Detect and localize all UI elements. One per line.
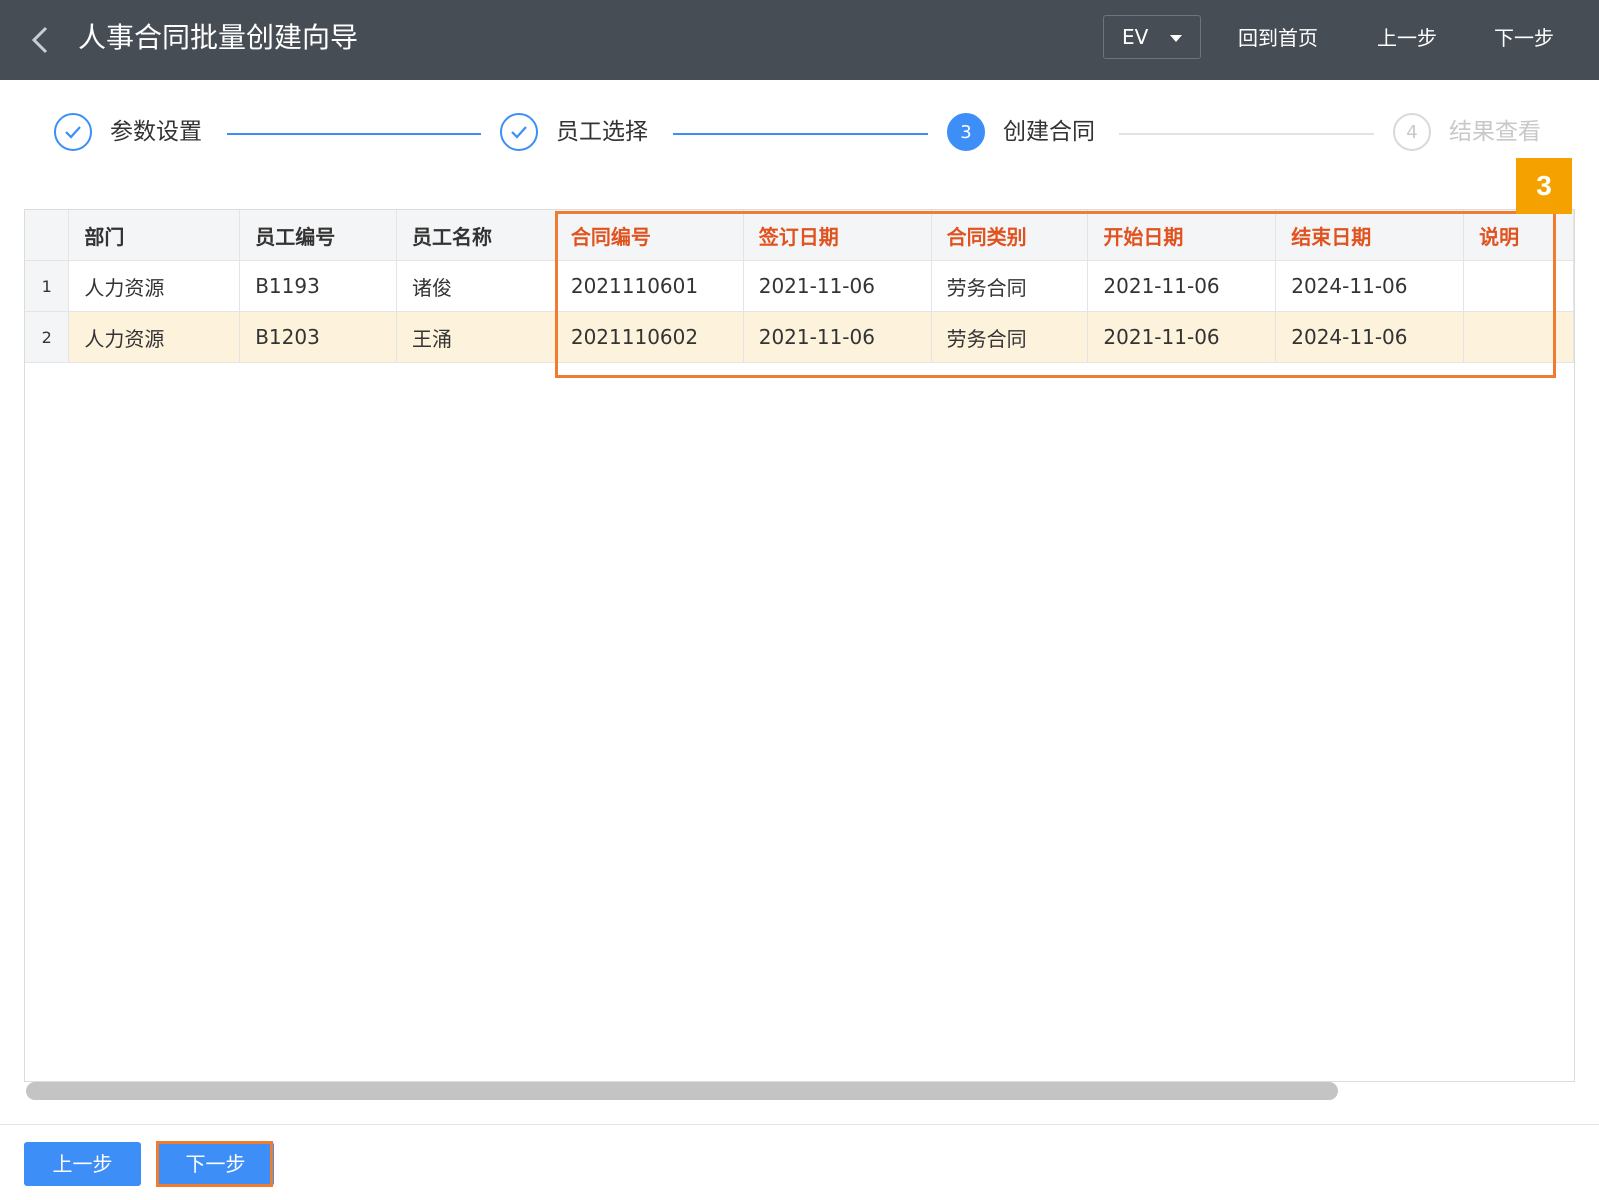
- contract-grid: 部门 员工编号 员工名称 合同编号 签订日期 合同类别 开始日期 结束日期 说明…: [24, 209, 1575, 1082]
- cell-remark[interactable]: [1463, 311, 1574, 363]
- row-number: 2: [25, 311, 70, 363]
- cell-emp-no[interactable]: B1193: [239, 260, 398, 312]
- row-number: 1: [25, 260, 70, 312]
- caret-down-icon: [1170, 35, 1182, 42]
- step-number: 3: [947, 113, 985, 151]
- step-connector: [673, 133, 928, 135]
- org-select-value: EV: [1122, 25, 1149, 49]
- org-select[interactable]: EV: [1103, 15, 1201, 59]
- column-header-dept[interactable]: 部门: [68, 210, 241, 261]
- header-prev-button[interactable]: 上一步: [1377, 20, 1437, 56]
- column-header-contract-type[interactable]: 合同类别: [931, 210, 1089, 261]
- horizontal-scrollbar-thumb[interactable]: [26, 1082, 1338, 1100]
- cell-dept[interactable]: 人力资源: [68, 311, 241, 363]
- column-header-contract-no[interactable]: 合同编号: [555, 210, 744, 261]
- footer-divider: [0, 1124, 1599, 1125]
- step-number: 4: [1393, 113, 1431, 151]
- cell-contract-type[interactable]: 劳务合同: [931, 311, 1089, 363]
- step-label: 创建合同: [1003, 119, 1095, 145]
- check-icon: [500, 113, 538, 151]
- cell-dept[interactable]: 人力资源: [68, 260, 241, 312]
- cell-contract-no[interactable]: 2021110602: [555, 311, 744, 363]
- cell-start-date[interactable]: 2021-11-06: [1087, 260, 1277, 312]
- column-header-end-date[interactable]: 结束日期: [1275, 210, 1465, 261]
- cell-end-date[interactable]: 2024-11-06: [1275, 260, 1465, 312]
- top-bar: 人事合同批量创建向导 EV 回到首页 上一步 下一步: [0, 0, 1599, 80]
- cell-remark[interactable]: [1463, 260, 1574, 312]
- grid-table: 部门 员工编号 员工名称 合同编号 签订日期 合同类别 开始日期 结束日期 说明…: [25, 210, 1574, 363]
- header-next-button[interactable]: 下一步: [1494, 20, 1554, 56]
- cell-emp-name[interactable]: 王涌: [396, 311, 556, 363]
- step-label: 结果查看: [1449, 119, 1541, 145]
- column-header-remark[interactable]: 说明: [1463, 210, 1574, 261]
- table-row[interactable]: 1 人力资源 B1193 诸俊 2021110601 2021-11-06 劳务…: [25, 260, 1574, 312]
- row-number-header: [25, 210, 70, 261]
- cell-emp-name[interactable]: 诸俊: [396, 260, 556, 312]
- step-label: 员工选择: [556, 119, 648, 145]
- cell-end-date[interactable]: 2024-11-06: [1275, 311, 1465, 363]
- column-header-emp-no[interactable]: 员工编号: [239, 210, 398, 261]
- step-label: 参数设置: [110, 119, 202, 145]
- column-header-sign-date[interactable]: 签订日期: [743, 210, 932, 261]
- step-connector: [227, 133, 481, 135]
- prev-button[interactable]: 上一步: [24, 1142, 141, 1186]
- column-header-emp-name[interactable]: 员工名称: [396, 210, 556, 261]
- cell-contract-no[interactable]: 2021110601: [555, 260, 744, 312]
- column-header-start-date[interactable]: 开始日期: [1087, 210, 1277, 261]
- home-button[interactable]: 回到首页: [1238, 20, 1318, 56]
- chevron-left-icon[interactable]: [28, 24, 52, 56]
- check-icon: [54, 113, 92, 151]
- cell-contract-type[interactable]: 劳务合同: [931, 260, 1089, 312]
- table-row[interactable]: 2 人力资源 B1203 王涌 2021110602 2021-11-06 劳务…: [25, 311, 1574, 363]
- next-button[interactable]: 下一步: [157, 1142, 274, 1186]
- page-title: 人事合同批量创建向导: [78, 21, 359, 54]
- cell-sign-date[interactable]: 2021-11-06: [743, 311, 932, 363]
- step-connector: [1119, 133, 1374, 135]
- cell-start-date[interactable]: 2021-11-06: [1087, 311, 1277, 363]
- grid-header-row: 部门 员工编号 员工名称 合同编号 签订日期 合同类别 开始日期 结束日期 说明: [25, 210, 1574, 261]
- cell-emp-no[interactable]: B1203: [239, 311, 398, 363]
- annotation-badge: 3: [1516, 158, 1572, 214]
- cell-sign-date[interactable]: 2021-11-06: [743, 260, 932, 312]
